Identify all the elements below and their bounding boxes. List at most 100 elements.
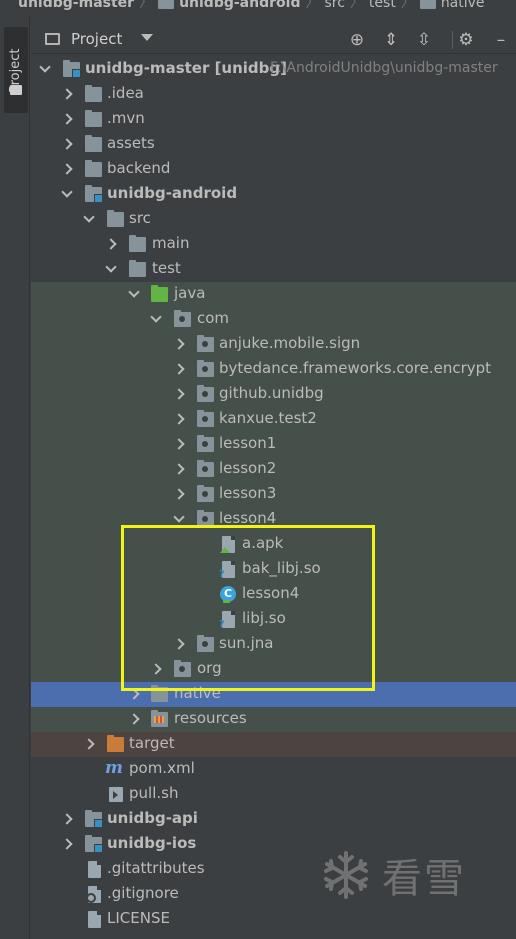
- module-folder-icon: [63, 60, 81, 78]
- tree-node-file[interactable]: m pom.xml: [31, 757, 516, 782]
- chevron-right-icon[interactable]: [82, 737, 96, 751]
- settings-gear-icon[interactable]: ⚙: [456, 30, 476, 50]
- package-icon: [174, 310, 191, 327]
- tree-node-label: target: [129, 734, 175, 752]
- tool-window-strip: Project: [0, 15, 30, 939]
- tree-node-label: .mvn: [107, 109, 145, 127]
- view-mode-dropdown-icon[interactable]: [141, 34, 153, 41]
- tree-node[interactable]: kanxue.test2: [31, 407, 516, 432]
- tree-node-label: kanxue.test2: [219, 409, 317, 427]
- tree-node[interactable]: github.unidbg: [31, 382, 516, 407]
- module-folder-icon: [85, 810, 103, 828]
- chevron-right-icon[interactable]: [172, 412, 186, 426]
- chevron-right-icon[interactable]: [127, 712, 141, 726]
- tree-node[interactable]: com: [31, 307, 516, 332]
- chevron-down-icon[interactable]: [104, 262, 118, 276]
- tree-node[interactable]: src: [31, 207, 516, 232]
- chevron-right-icon[interactable]: [172, 487, 186, 501]
- folder-icon: [85, 160, 102, 177]
- maven-icon: m: [105, 758, 123, 778]
- tree-node[interactable]: target: [31, 732, 516, 757]
- folder-icon: [107, 210, 124, 227]
- tree-node-file[interactable]: pull.sh: [31, 782, 516, 807]
- project-tool-tab[interactable]: Project: [4, 27, 28, 113]
- chevron-right-icon[interactable]: [172, 437, 186, 451]
- chevron-down-icon[interactable]: [127, 287, 141, 301]
- project-view-title[interactable]: Project: [71, 30, 122, 48]
- chevron-right-icon[interactable]: [172, 462, 186, 476]
- tree-node-root[interactable]: unidbg-master [unidbg] F:\AndroidUnidbg\…: [31, 57, 516, 82]
- chevron-right-icon[interactable]: [60, 812, 74, 826]
- project-tree: unidbg-master [unidbg] F:\AndroidUnidbg\…: [31, 57, 516, 939]
- breadcrumb-separator: 〉: [139, 0, 154, 11]
- chevron-down-icon[interactable]: [60, 187, 74, 201]
- chevron-down-icon[interactable]: [82, 212, 96, 226]
- locate-icon[interactable]: ⊕: [347, 30, 367, 50]
- package-icon: [197, 335, 214, 352]
- folder-icon: [85, 85, 102, 102]
- tree-node-label: .gitattributes: [107, 859, 205, 877]
- tree-node[interactable]: anjuke.mobile.sign: [31, 332, 516, 357]
- chevron-right-icon[interactable]: [104, 237, 118, 251]
- tree-node[interactable]: lesson2: [31, 457, 516, 482]
- tree-node[interactable]: .mvn: [31, 107, 516, 132]
- chevron-right-icon[interactable]: [172, 337, 186, 351]
- tree-node-module[interactable]: unidbg-android: [31, 182, 516, 207]
- chevron-right-icon[interactable]: [60, 87, 74, 101]
- tree-node-label: LICENSE: [107, 909, 170, 927]
- tree-node[interactable]: bytedance.frameworks.core.encrypt: [31, 357, 516, 382]
- tree-node[interactable]: main: [31, 232, 516, 257]
- tree-node[interactable]: .idea: [31, 82, 516, 107]
- tree-node-label: lesson2: [219, 459, 277, 477]
- tree-node-label: bytedance.frameworks.core.encrypt: [219, 359, 492, 377]
- text-file-icon: [88, 861, 101, 878]
- project-view-icon: [45, 33, 60, 45]
- tree-node[interactable]: backend: [31, 157, 516, 182]
- chevron-down-icon[interactable]: [172, 512, 186, 526]
- package-icon: [197, 435, 214, 452]
- tree-node-label: .gitignore: [107, 884, 179, 902]
- tree-node[interactable]: test: [31, 257, 516, 282]
- tree-node-label: unidbg-ios: [107, 834, 197, 852]
- package-icon: [197, 385, 214, 402]
- breadcrumb-item-root[interactable]: unidbg-master: [18, 0, 134, 11]
- tree-node-label: resources: [174, 709, 247, 727]
- chevron-right-icon[interactable]: [60, 162, 74, 176]
- chevron-right-icon[interactable]: [60, 837, 74, 851]
- tree-node[interactable]: assets: [31, 132, 516, 157]
- tree-node-label: pom.xml: [129, 759, 195, 777]
- tree-node-label: lesson3: [219, 484, 277, 502]
- tree-node[interactable]: lesson3: [31, 482, 516, 507]
- tree-node-label: unidbg-api: [107, 809, 198, 827]
- breadcrumb-item-src[interactable]: src: [324, 0, 344, 11]
- breadcrumb-item-native[interactable]: native: [441, 0, 485, 11]
- tree-node[interactable]: java: [31, 282, 516, 307]
- watermark-text: 看雪: [382, 856, 466, 902]
- chevron-down-icon[interactable]: [38, 62, 52, 76]
- tree-node-label: java: [174, 284, 206, 302]
- breadcrumb-item-test[interactable]: test: [369, 0, 396, 11]
- tree-node-path: F:\AndroidUnidbg\unidbg-master: [270, 60, 498, 76]
- text-file-icon: [88, 911, 101, 928]
- chevron-right-icon[interactable]: [172, 387, 186, 401]
- expand-all-icon[interactable]: ⇕: [381, 30, 401, 50]
- shell-script-icon: [109, 787, 123, 802]
- tree-node-label: com: [197, 309, 230, 327]
- package-icon: [197, 485, 214, 502]
- tree-node-module[interactable]: unidbg-api: [31, 807, 516, 832]
- chevron-right-icon[interactable]: [60, 112, 74, 126]
- hide-panel-icon[interactable]: –: [491, 30, 511, 50]
- watermark: 看雪: [320, 848, 466, 902]
- collapse-all-icon[interactable]: ⇳: [414, 30, 434, 50]
- tree-node-label: anjuke.mobile.sign: [219, 334, 361, 352]
- resources-folder-icon: [151, 710, 168, 727]
- folder-icon: [85, 110, 102, 127]
- tree-node-file[interactable]: LICENSE: [31, 907, 516, 932]
- chevron-right-icon[interactable]: [172, 362, 186, 376]
- tree-node[interactable]: resources: [31, 707, 516, 732]
- module-folder-icon: [85, 835, 103, 853]
- breadcrumb-item-module[interactable]: unidbg-android: [179, 0, 300, 11]
- chevron-right-icon[interactable]: [60, 137, 74, 151]
- chevron-down-icon[interactable]: [149, 312, 163, 326]
- tree-node[interactable]: lesson1: [31, 432, 516, 457]
